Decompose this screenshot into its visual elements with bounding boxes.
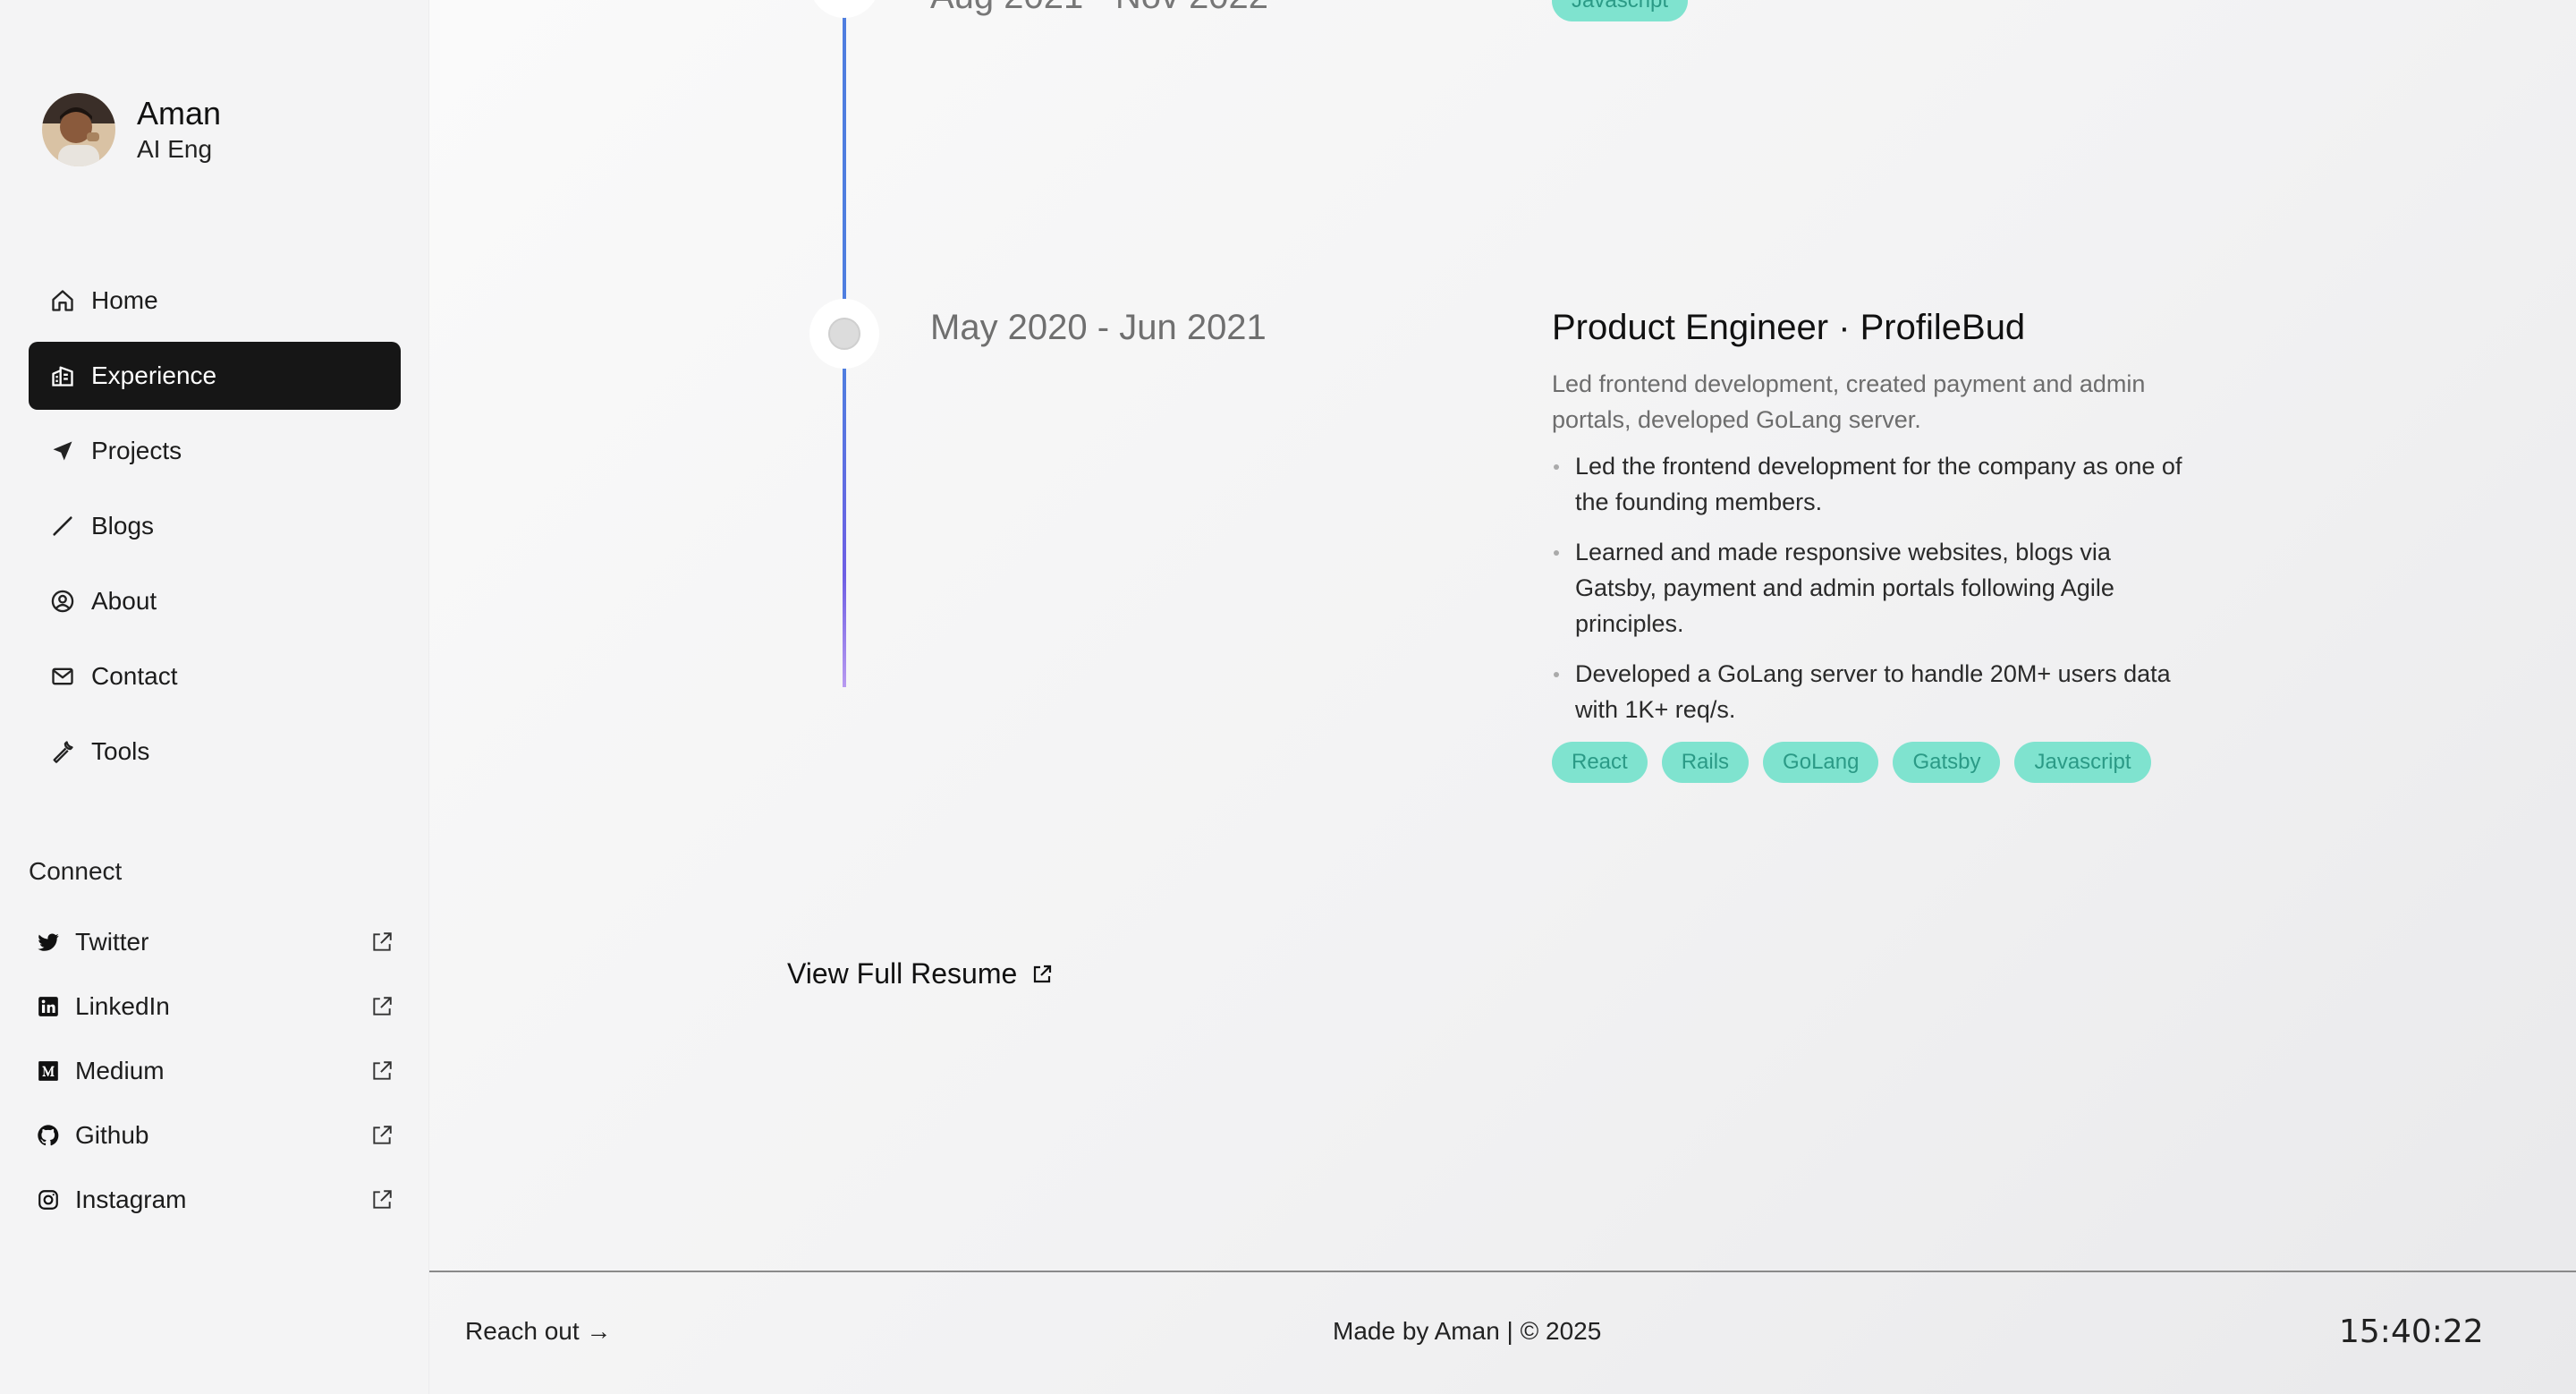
external-link-icon: [1034, 965, 1052, 982]
mail-icon: [50, 664, 75, 689]
instagram-icon: [36, 1187, 61, 1212]
sidebar-item-label: Tools: [91, 737, 150, 765]
sidebar-item-label: Contact: [91, 662, 178, 690]
connect-item-github[interactable]: Github: [29, 1103, 401, 1168]
clock: 15:40:22: [2339, 1313, 2484, 1350]
connect-item-label: Instagram: [75, 1186, 187, 1213]
skill-tags: React Rails GoLang Gatsby Javascript: [1552, 742, 2196, 783]
sidebar-item-label: Experience: [91, 361, 217, 389]
timeline-line: [843, 369, 846, 687]
job-title: Product Engineer · ProfileBud: [1552, 308, 2026, 347]
main-content: [429, 0, 2576, 1394]
wrench-icon: [50, 739, 75, 764]
skill-tag: React: [1552, 742, 1648, 783]
sidebar-item-label: Blogs: [91, 512, 155, 540]
connect-item-label: LinkedIn: [75, 992, 170, 1020]
linkedin-icon: [36, 994, 61, 1019]
sidebar-item-label: About: [91, 587, 157, 615]
sidebar: Aman AI Eng Home Experience Projects Blo…: [0, 0, 429, 1394]
external-link-icon: [373, 932, 392, 951]
skill-tag: Rails: [1661, 742, 1750, 783]
profile[interactable]: Aman AI Eng: [42, 93, 221, 166]
home-icon: [50, 288, 75, 313]
sidebar-nav: Home Experience Projects Blogs About Con…: [29, 267, 401, 793]
connect-item-linkedin[interactable]: LinkedIn: [29, 974, 401, 1039]
view-resume-link[interactable]: View Full Resume: [787, 957, 1053, 990]
pen-icon: [50, 514, 75, 539]
sidebar-item-tools[interactable]: Tools: [29, 718, 401, 786]
send-icon: [50, 438, 75, 463]
connect-item-label: Twitter: [75, 928, 149, 956]
connect-item-twitter[interactable]: Twitter: [29, 910, 401, 974]
sidebar-item-projects[interactable]: Projects: [29, 417, 401, 485]
footer-divider: [429, 1271, 2576, 1272]
medium-icon: [36, 1058, 61, 1084]
footer-credit: Made by Aman | © 2025: [1333, 1317, 1602, 1345]
experience-date: Aug 2021 - Nov 2022: [930, 0, 1268, 17]
external-link-icon: [373, 1190, 392, 1209]
user-circle-icon: [50, 589, 75, 614]
external-link-icon: [373, 1061, 392, 1080]
external-link-icon: [373, 997, 392, 1016]
skill-tag: GoLang: [1763, 742, 1879, 783]
skill-tag: Gatsby: [1893, 742, 2001, 783]
sidebar-item-contact[interactable]: Contact: [29, 642, 401, 710]
connect-item-instagram[interactable]: Instagram: [29, 1168, 401, 1232]
skill-tag: Javascript: [2014, 742, 2151, 783]
sidebar-item-label: Home: [91, 286, 158, 314]
job-description: Led frontend development, created paymen…: [1552, 370, 2146, 433]
experience-date: May 2020 - Jun 2021: [930, 308, 1267, 347]
profile-name: Aman: [137, 95, 222, 132]
list-item: Learned and made responsive websites, bl…: [1552, 534, 2196, 642]
profile-role: AI Eng: [137, 135, 213, 163]
sidebar-item-home[interactable]: Home: [29, 267, 401, 335]
avatar: [42, 93, 115, 166]
connect-heading: Connect: [29, 857, 123, 885]
sidebar-item-experience[interactable]: Experience: [29, 342, 401, 410]
external-link-icon: [373, 1126, 392, 1144]
building-icon: [50, 363, 75, 388]
experience-card: Product Engineer · ProfileBud Led fronte…: [1552, 308, 2196, 783]
sidebar-item-about[interactable]: About: [29, 567, 401, 635]
connect-item-label: Github: [75, 1121, 149, 1149]
connect-item-label: Medium: [75, 1057, 165, 1084]
sidebar-item-label: Projects: [91, 437, 182, 464]
timeline-dot: [809, 299, 879, 369]
connect-item-medium[interactable]: Medium: [29, 1039, 401, 1103]
skill-tag: Javascript: [1552, 0, 1689, 21]
sidebar-item-blogs[interactable]: Blogs: [29, 492, 401, 560]
job-bullets: Led the frontend development for the com…: [1552, 448, 2196, 727]
twitter-icon: [36, 930, 61, 955]
reach-out-link[interactable]: Reach out →: [465, 1317, 611, 1346]
list-item: Led the frontend development for the com…: [1552, 448, 2196, 520]
timeline-line: [843, 0, 846, 299]
connect-list: Twitter LinkedIn Medium Github Instagram: [29, 910, 401, 1232]
github-icon: [36, 1123, 61, 1148]
list-item: Developed a GoLang server to handle 20M+…: [1552, 656, 2196, 727]
view-resume-label: View Full Resume: [787, 957, 1018, 990]
